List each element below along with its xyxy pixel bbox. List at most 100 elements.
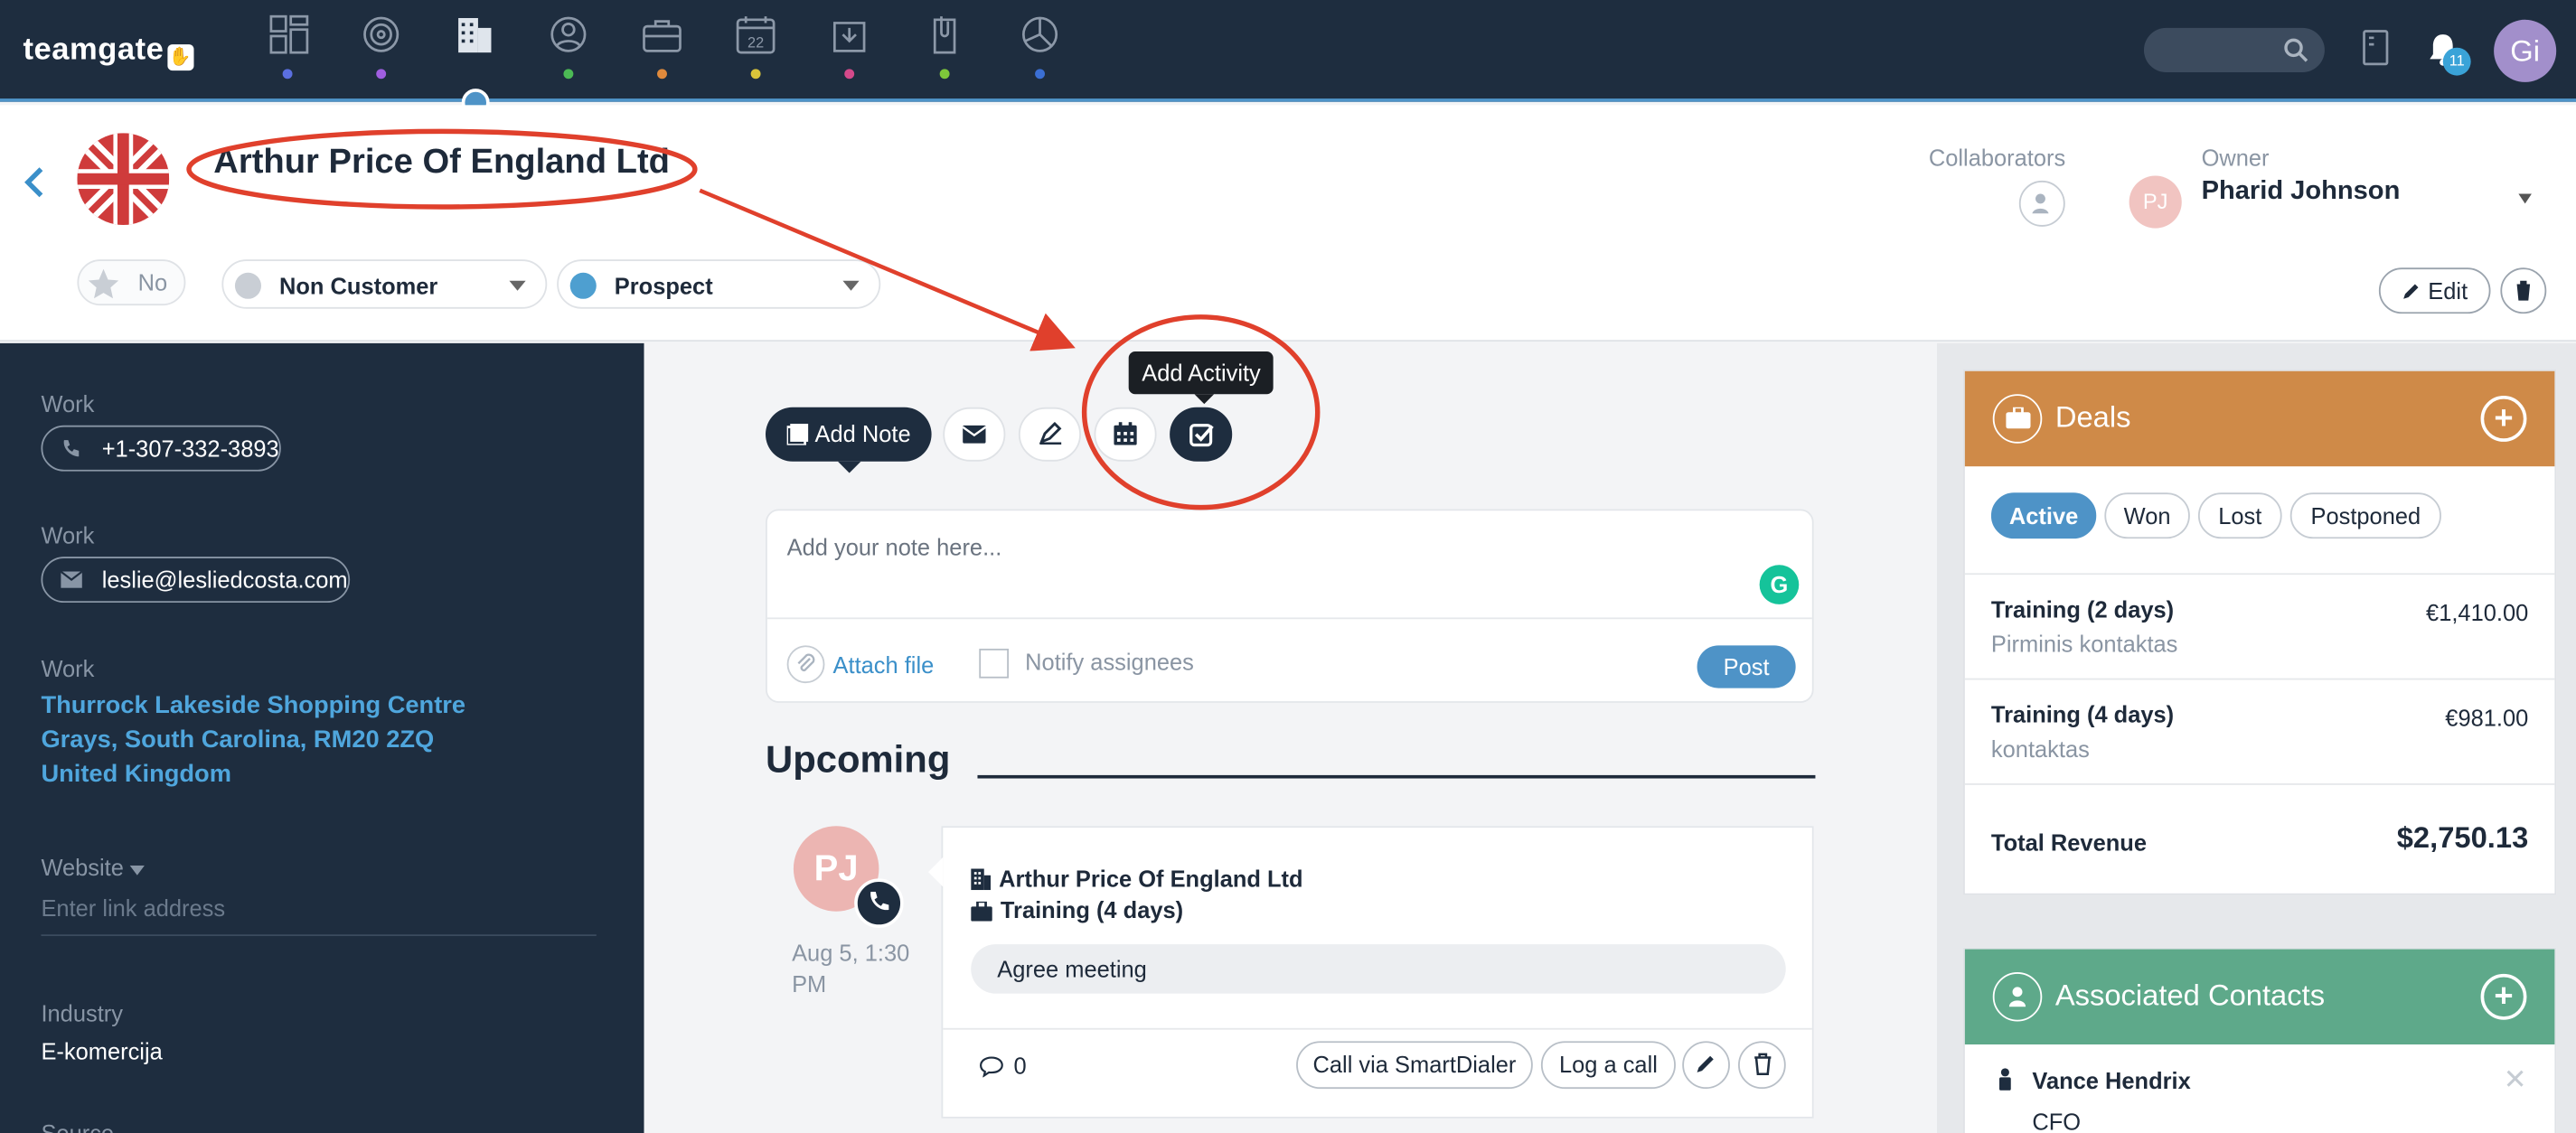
nav-reports-icon[interactable] <box>1019 14 1061 56</box>
divider <box>943 1027 1812 1030</box>
app-logo[interactable]: teamgate ✋ <box>23 33 194 71</box>
notify-assignees-checkbox[interactable] <box>979 648 1010 679</box>
call-via-smartdialer-button[interactable]: Call via SmartDialer <box>1296 1041 1533 1090</box>
delete-button[interactable] <box>2500 267 2547 314</box>
company-header: Arthur Price Of England Ltd Collaborator… <box>0 105 2576 342</box>
activity-deal: Training (4 days) <box>1000 896 1184 923</box>
add-note-label: Add Note <box>814 420 911 447</box>
deals-tab-won[interactable]: Won <box>2104 492 2190 539</box>
address-line: Grays, South Carolina, RM20 2ZQ <box>41 726 435 754</box>
stage-select[interactable]: Prospect <box>557 259 881 309</box>
edit-activity-button[interactable] <box>1682 1041 1730 1090</box>
user-avatar[interactable]: Gi <box>2494 19 2557 82</box>
activity-company-link[interactable]: Arthur Price Of England Ltd <box>971 866 1303 892</box>
contact-info-sidebar: Work +1-307-332-3893 Work leslie@leslied… <box>0 342 644 1133</box>
favorite-label: No <box>137 269 168 296</box>
schedule-event-tab[interactable] <box>1094 407 1157 462</box>
nav-companies-icon[interactable] <box>454 14 496 56</box>
edit-button[interactable]: Edit <box>2378 267 2491 314</box>
briefcase-icon <box>1992 394 2043 444</box>
owner-name[interactable]: Pharid Johnson <box>2202 177 2401 207</box>
notification-badge: 11 <box>2442 47 2471 76</box>
logo-text: teamgate <box>23 33 165 68</box>
log-a-call-button[interactable]: Log a call <box>1540 1041 1676 1090</box>
customer-status-value: Non Customer <box>278 272 438 299</box>
attach-file-link[interactable]: Attach file <box>833 652 935 679</box>
grammarly-icon[interactable]: G <box>1759 565 1800 604</box>
paperclip-icon[interactable] <box>786 645 825 684</box>
favorite-toggle[interactable]: No <box>77 259 186 306</box>
deals-tab-postponed[interactable]: Postponed <box>2289 492 2441 539</box>
edit-label: Edit <box>2428 277 2468 304</box>
associated-contacts-widget: Associated Contacts + Vance Hendrix CFO … <box>1963 947 2557 1133</box>
contacts-title: Associated Contacts <box>2054 978 2326 1012</box>
company-name: Arthur Price Of England Ltd <box>213 143 671 181</box>
phone-label: Work <box>41 390 95 417</box>
activity-title[interactable]: Agree meeting <box>971 944 1786 994</box>
nav-contacts-icon[interactable] <box>547 14 589 56</box>
chevron-down-icon <box>842 280 860 291</box>
deals-widget: Deals + Active Won Lost Postponed Traini… <box>1963 369 2557 895</box>
remove-contact-icon[interactable]: ✕ <box>2504 1064 2527 1097</box>
nav-dot <box>657 69 667 80</box>
phone-value: +1-307-332-3893 <box>101 435 279 462</box>
phone-pill[interactable]: +1-307-332-3893 <box>41 425 281 472</box>
comment-icon <box>980 1056 1003 1079</box>
customer-status-select[interactable]: Non Customer <box>221 259 548 309</box>
pencil-icon <box>2403 284 2419 299</box>
back-arrow-icon[interactable] <box>23 164 45 201</box>
add-note-tab[interactable]: Add Note <box>766 407 932 473</box>
nav-target-icon[interactable] <box>360 14 402 56</box>
deal-name[interactable]: Training (2 days) <box>1991 596 2174 623</box>
owner-dropdown-caret[interactable] <box>2518 193 2532 204</box>
deal-name[interactable]: Training (4 days) <box>1991 701 2174 727</box>
note-icon <box>786 423 809 445</box>
nav-dashboard-icon[interactable] <box>268 14 310 56</box>
note-input[interactable]: Add your note here... <box>787 534 1002 560</box>
nav-dot <box>376 69 387 80</box>
deals-header: Deals + <box>1964 370 2555 467</box>
activity-deal-link[interactable]: Training (4 days) <box>971 896 1183 922</box>
deals-title: Deals <box>2054 400 2131 434</box>
add-collaborator-button[interactable] <box>2018 180 2065 227</box>
address-link[interactable]: Thurrock Lakeside Shopping Centre Grays,… <box>41 688 465 792</box>
delete-activity-button[interactable] <box>1738 1041 1786 1090</box>
person-icon <box>1999 1068 2011 1091</box>
email-tab[interactable] <box>943 407 1006 462</box>
phonebook-icon[interactable] <box>2363 30 2389 66</box>
trash-icon <box>1753 1053 1771 1075</box>
deals-tab-active[interactable]: Active <box>1990 492 2097 539</box>
nav-dot <box>750 69 761 80</box>
nav-dot <box>282 69 293 80</box>
nav-inbox-icon[interactable] <box>828 14 870 56</box>
contacts-header: Associated Contacts + <box>1964 949 2555 1044</box>
add-user-icon <box>2032 193 2049 214</box>
industry-value[interactable]: E-komercija <box>41 1038 162 1064</box>
source-label: Source <box>41 1120 114 1133</box>
post-button[interactable]: Post <box>1697 645 1796 688</box>
pencil-icon <box>1697 1055 1714 1072</box>
divider <box>1964 573 2555 576</box>
nav-dot <box>844 69 855 80</box>
add-deal-button[interactable]: + <box>2480 396 2527 442</box>
add-contact-button[interactable]: + <box>2480 973 2527 1020</box>
nav-calendar-icon[interactable]: 22 <box>734 14 776 56</box>
divider <box>977 774 1816 779</box>
deals-tab-lost[interactable]: Lost <box>2197 492 2282 539</box>
add-activity-tab[interactable] <box>1170 407 1233 462</box>
website-label[interactable]: Website <box>41 854 146 880</box>
contact-name[interactable]: Vance Hendrix <box>2032 1067 2190 1093</box>
owner-label: Owner <box>2201 144 2270 172</box>
global-search-input[interactable] <box>2143 27 2325 72</box>
nav-deals-icon[interactable] <box>641 14 683 56</box>
log-call-tab[interactable] <box>1018 407 1081 462</box>
comments-toggle[interactable]: 0 <box>979 1053 1027 1080</box>
divider <box>1964 782 2555 785</box>
paperclip-glyph <box>797 653 815 672</box>
email-pill[interactable]: leslie@lesliedcosta.com <box>41 557 350 604</box>
nav-files-icon[interactable] <box>923 14 965 56</box>
person-icon <box>1992 972 2043 1022</box>
website-input[interactable]: Enter link address <box>41 895 597 937</box>
uk-flag-icon <box>77 133 170 226</box>
comment-count: 0 <box>1013 1053 1027 1080</box>
